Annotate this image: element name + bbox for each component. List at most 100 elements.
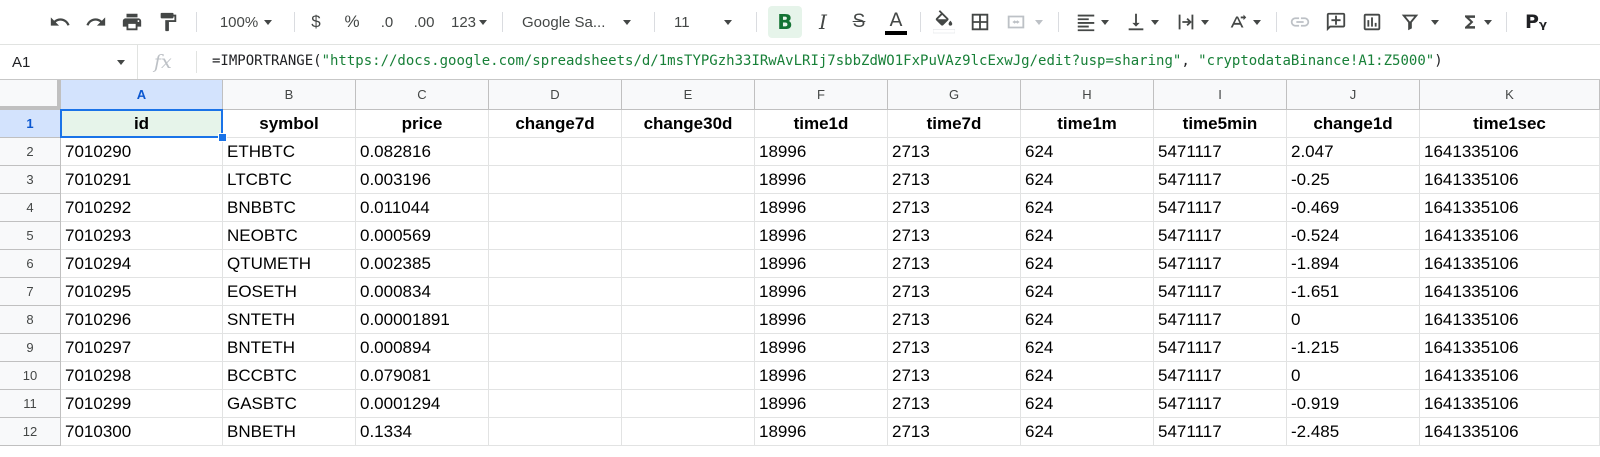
formula-input[interactable]: =IMPORTRANGE("https://docs.google.com/sp… xyxy=(212,53,1443,69)
cell-k6[interactable]: 1641335106 xyxy=(1420,250,1600,278)
cell-e12[interactable] xyxy=(622,418,755,446)
cell-h12[interactable]: 624 xyxy=(1021,418,1154,446)
cell-k1[interactable]: time1sec xyxy=(1420,110,1600,138)
cell-c2[interactable]: 0.082816 xyxy=(356,138,489,166)
column-header-g[interactable]: G xyxy=(888,80,1021,110)
text-color-button[interactable]: A xyxy=(880,6,912,38)
cell-i4[interactable]: 5471117 xyxy=(1154,194,1287,222)
decrease-decimal-button[interactable]: .0 xyxy=(372,6,402,38)
cell-a5[interactable]: 7010293 xyxy=(61,222,223,250)
cell-i1[interactable]: time5min xyxy=(1154,110,1287,138)
column-header-e[interactable]: E xyxy=(622,80,755,110)
cell-i2[interactable]: 5471117 xyxy=(1154,138,1287,166)
cell-b3[interactable]: LTCBTC xyxy=(223,166,356,194)
merge-cells-button[interactable] xyxy=(1000,6,1048,38)
cell-b8[interactable]: SNTETH xyxy=(223,306,356,334)
cell-b1[interactable]: symbol xyxy=(223,110,356,138)
font-family-select[interactable]: Google Sa... xyxy=(514,6,646,38)
row-header-7[interactable]: 7 xyxy=(0,278,61,306)
cell-e7[interactable] xyxy=(622,278,755,306)
row-header-6[interactable]: 6 xyxy=(0,250,61,278)
cell-a2[interactable]: 7010290 xyxy=(61,138,223,166)
font-size-select[interactable]: 11 xyxy=(664,6,748,38)
cell-j11[interactable]: -0.919 xyxy=(1287,390,1420,418)
cell-j12[interactable]: -2.485 xyxy=(1287,418,1420,446)
cell-d6[interactable] xyxy=(489,250,622,278)
cell-g8[interactable]: 2713 xyxy=(888,306,1021,334)
cell-d12[interactable] xyxy=(489,418,622,446)
cell-g3[interactable]: 2713 xyxy=(888,166,1021,194)
cell-c8[interactable]: 0.00001891 xyxy=(356,306,489,334)
row-header-4[interactable]: 4 xyxy=(0,194,61,222)
column-header-a[interactable]: A xyxy=(61,80,223,110)
cell-k12[interactable]: 1641335106 xyxy=(1420,418,1600,446)
cell-b12[interactable]: BNBETH xyxy=(223,418,356,446)
row-header-11[interactable]: 11 xyxy=(0,390,61,418)
cell-c1[interactable]: price xyxy=(356,110,489,138)
cell-e6[interactable] xyxy=(622,250,755,278)
italic-button[interactable]: I xyxy=(808,6,838,38)
cell-h5[interactable]: 624 xyxy=(1021,222,1154,250)
column-header-k[interactable]: K xyxy=(1420,80,1600,110)
cell-a10[interactable]: 7010298 xyxy=(61,362,223,390)
cell-g11[interactable]: 2713 xyxy=(888,390,1021,418)
cell-d10[interactable] xyxy=(489,362,622,390)
cell-a7[interactable]: 7010295 xyxy=(61,278,223,306)
undo-button[interactable] xyxy=(44,6,76,38)
cell-g1[interactable]: time7d xyxy=(888,110,1021,138)
cell-j1[interactable]: change1d xyxy=(1287,110,1420,138)
cell-g6[interactable]: 2713 xyxy=(888,250,1021,278)
cell-i10[interactable]: 5471117 xyxy=(1154,362,1287,390)
row-header-1[interactable]: 1 xyxy=(0,110,61,138)
row-header-12[interactable]: 12 xyxy=(0,418,61,446)
cell-j7[interactable]: -1.651 xyxy=(1287,278,1420,306)
cell-d11[interactable] xyxy=(489,390,622,418)
cell-g2[interactable]: 2713 xyxy=(888,138,1021,166)
cell-j9[interactable]: -1.215 xyxy=(1287,334,1420,362)
cell-h11[interactable]: 624 xyxy=(1021,390,1154,418)
fill-handle[interactable] xyxy=(218,133,227,142)
cell-a8[interactable]: 7010296 xyxy=(61,306,223,334)
filter-button[interactable] xyxy=(1392,6,1446,38)
cell-e5[interactable] xyxy=(622,222,755,250)
cell-g10[interactable]: 2713 xyxy=(888,362,1021,390)
cell-f11[interactable]: 18996 xyxy=(755,390,888,418)
currency-format-button[interactable]: $ xyxy=(302,6,330,38)
cell-d7[interactable] xyxy=(489,278,622,306)
cell-a9[interactable]: 7010297 xyxy=(61,334,223,362)
cell-i7[interactable]: 5471117 xyxy=(1154,278,1287,306)
cell-e9[interactable] xyxy=(622,334,755,362)
cell-e10[interactable] xyxy=(622,362,755,390)
cell-b2[interactable]: ETHBTC xyxy=(223,138,356,166)
cell-e3[interactable] xyxy=(622,166,755,194)
cell-f3[interactable]: 18996 xyxy=(755,166,888,194)
row-header-10[interactable]: 10 xyxy=(0,362,61,390)
cell-f12[interactable]: 18996 xyxy=(755,418,888,446)
cell-j4[interactable]: -0.469 xyxy=(1287,194,1420,222)
cell-g7[interactable]: 2713 xyxy=(888,278,1021,306)
cell-h6[interactable]: 624 xyxy=(1021,250,1154,278)
cell-b7[interactable]: EOSETH xyxy=(223,278,356,306)
column-header-j[interactable]: J xyxy=(1287,80,1420,110)
select-all-corner[interactable] xyxy=(0,80,61,110)
insert-link-button[interactable] xyxy=(1284,6,1316,38)
cell-h1[interactable]: time1m xyxy=(1021,110,1154,138)
cell-d5[interactable] xyxy=(489,222,622,250)
cell-b6[interactable]: QTUMETH xyxy=(223,250,356,278)
horizontal-align-button[interactable] xyxy=(1068,6,1116,38)
cell-g12[interactable]: 2713 xyxy=(888,418,1021,446)
text-wrap-button[interactable] xyxy=(1168,6,1216,38)
increase-decimal-button[interactable]: .00 xyxy=(406,6,442,38)
cell-c6[interactable]: 0.002385 xyxy=(356,250,489,278)
column-header-f[interactable]: F xyxy=(755,80,888,110)
cell-a3[interactable]: 7010291 xyxy=(61,166,223,194)
cell-i3[interactable]: 5471117 xyxy=(1154,166,1287,194)
cell-k2[interactable]: 1641335106 xyxy=(1420,138,1600,166)
cell-f9[interactable]: 18996 xyxy=(755,334,888,362)
cell-d2[interactable] xyxy=(489,138,622,166)
print-button[interactable] xyxy=(116,6,148,38)
cell-e8[interactable] xyxy=(622,306,755,334)
cell-a4[interactable]: 7010292 xyxy=(61,194,223,222)
cell-e11[interactable] xyxy=(622,390,755,418)
row-header-9[interactable]: 9 xyxy=(0,334,61,362)
